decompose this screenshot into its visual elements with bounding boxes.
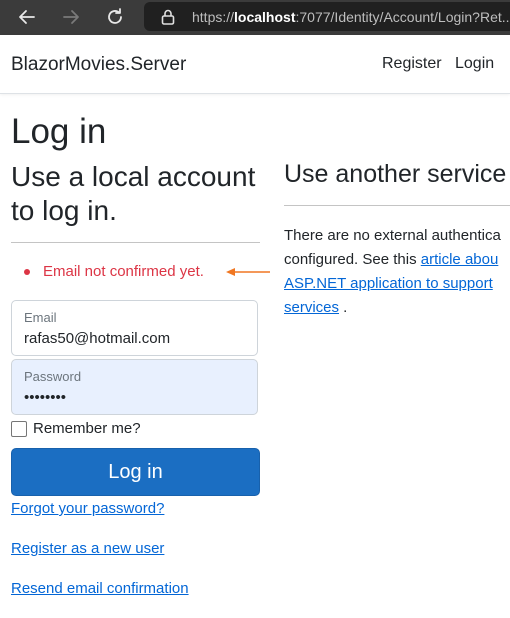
external-article-link[interactable]: article abou xyxy=(421,251,499,268)
validation-error: Email not confirmed yet. xyxy=(24,263,204,280)
page-title: Log in xyxy=(11,112,107,151)
email-field[interactable]: Email rafas50@hotmail.com xyxy=(11,300,258,356)
remember-label: Remember me? xyxy=(33,420,141,437)
browser-toolbar: https://localhost:7077/Identity/Account/… xyxy=(0,0,510,35)
bullet-icon xyxy=(24,268,30,275)
login-button[interactable]: Log in xyxy=(11,448,260,496)
forward-button[interactable] xyxy=(58,5,84,29)
resend-confirmation-link[interactable]: Resend email confirmation xyxy=(11,580,189,597)
back-button[interactable] xyxy=(14,5,40,29)
password-input[interactable]: •••••••• xyxy=(24,389,244,406)
divider-left xyxy=(11,242,260,243)
password-label: Password xyxy=(24,369,82,384)
local-account-heading: Use a local account to log in. xyxy=(11,161,256,226)
annotation-arrow-error xyxy=(226,268,270,276)
divider-right xyxy=(284,205,510,206)
external-service-heading: Use another service xyxy=(284,160,507,188)
lock-icon xyxy=(161,9,175,25)
external-info-text: There are no external authentica configu… xyxy=(284,227,501,316)
reload-button[interactable] xyxy=(102,5,128,29)
register-link[interactable]: Register as a new user xyxy=(11,540,164,557)
reload-icon xyxy=(108,8,122,24)
brand-link[interactable]: BlazorMovies.Server xyxy=(11,54,186,76)
arrow-left-icon xyxy=(19,10,35,24)
app-header: BlazorMovies.Server Register Login xyxy=(0,35,510,94)
password-field[interactable]: Password •••••••• xyxy=(11,359,258,415)
external-article-link-2[interactable]: ASP.NET application to support xyxy=(284,275,493,292)
error-message: Email not confirmed yet. xyxy=(43,263,204,280)
url-text: https://localhost:7077/Identity/Account/… xyxy=(192,9,510,25)
arrow-right-icon xyxy=(63,10,79,24)
forgot-password-link[interactable]: Forgot your password? xyxy=(11,500,164,517)
nav-login[interactable]: Login xyxy=(455,55,494,73)
remember-checkbox[interactable] xyxy=(11,420,27,437)
nav-register[interactable]: Register xyxy=(382,55,442,73)
email-input[interactable]: rafas50@hotmail.com xyxy=(24,330,244,347)
email-label: Email xyxy=(24,310,57,325)
external-article-link-3[interactable]: services xyxy=(284,299,339,316)
remember-me[interactable]: Remember me? xyxy=(11,420,141,437)
